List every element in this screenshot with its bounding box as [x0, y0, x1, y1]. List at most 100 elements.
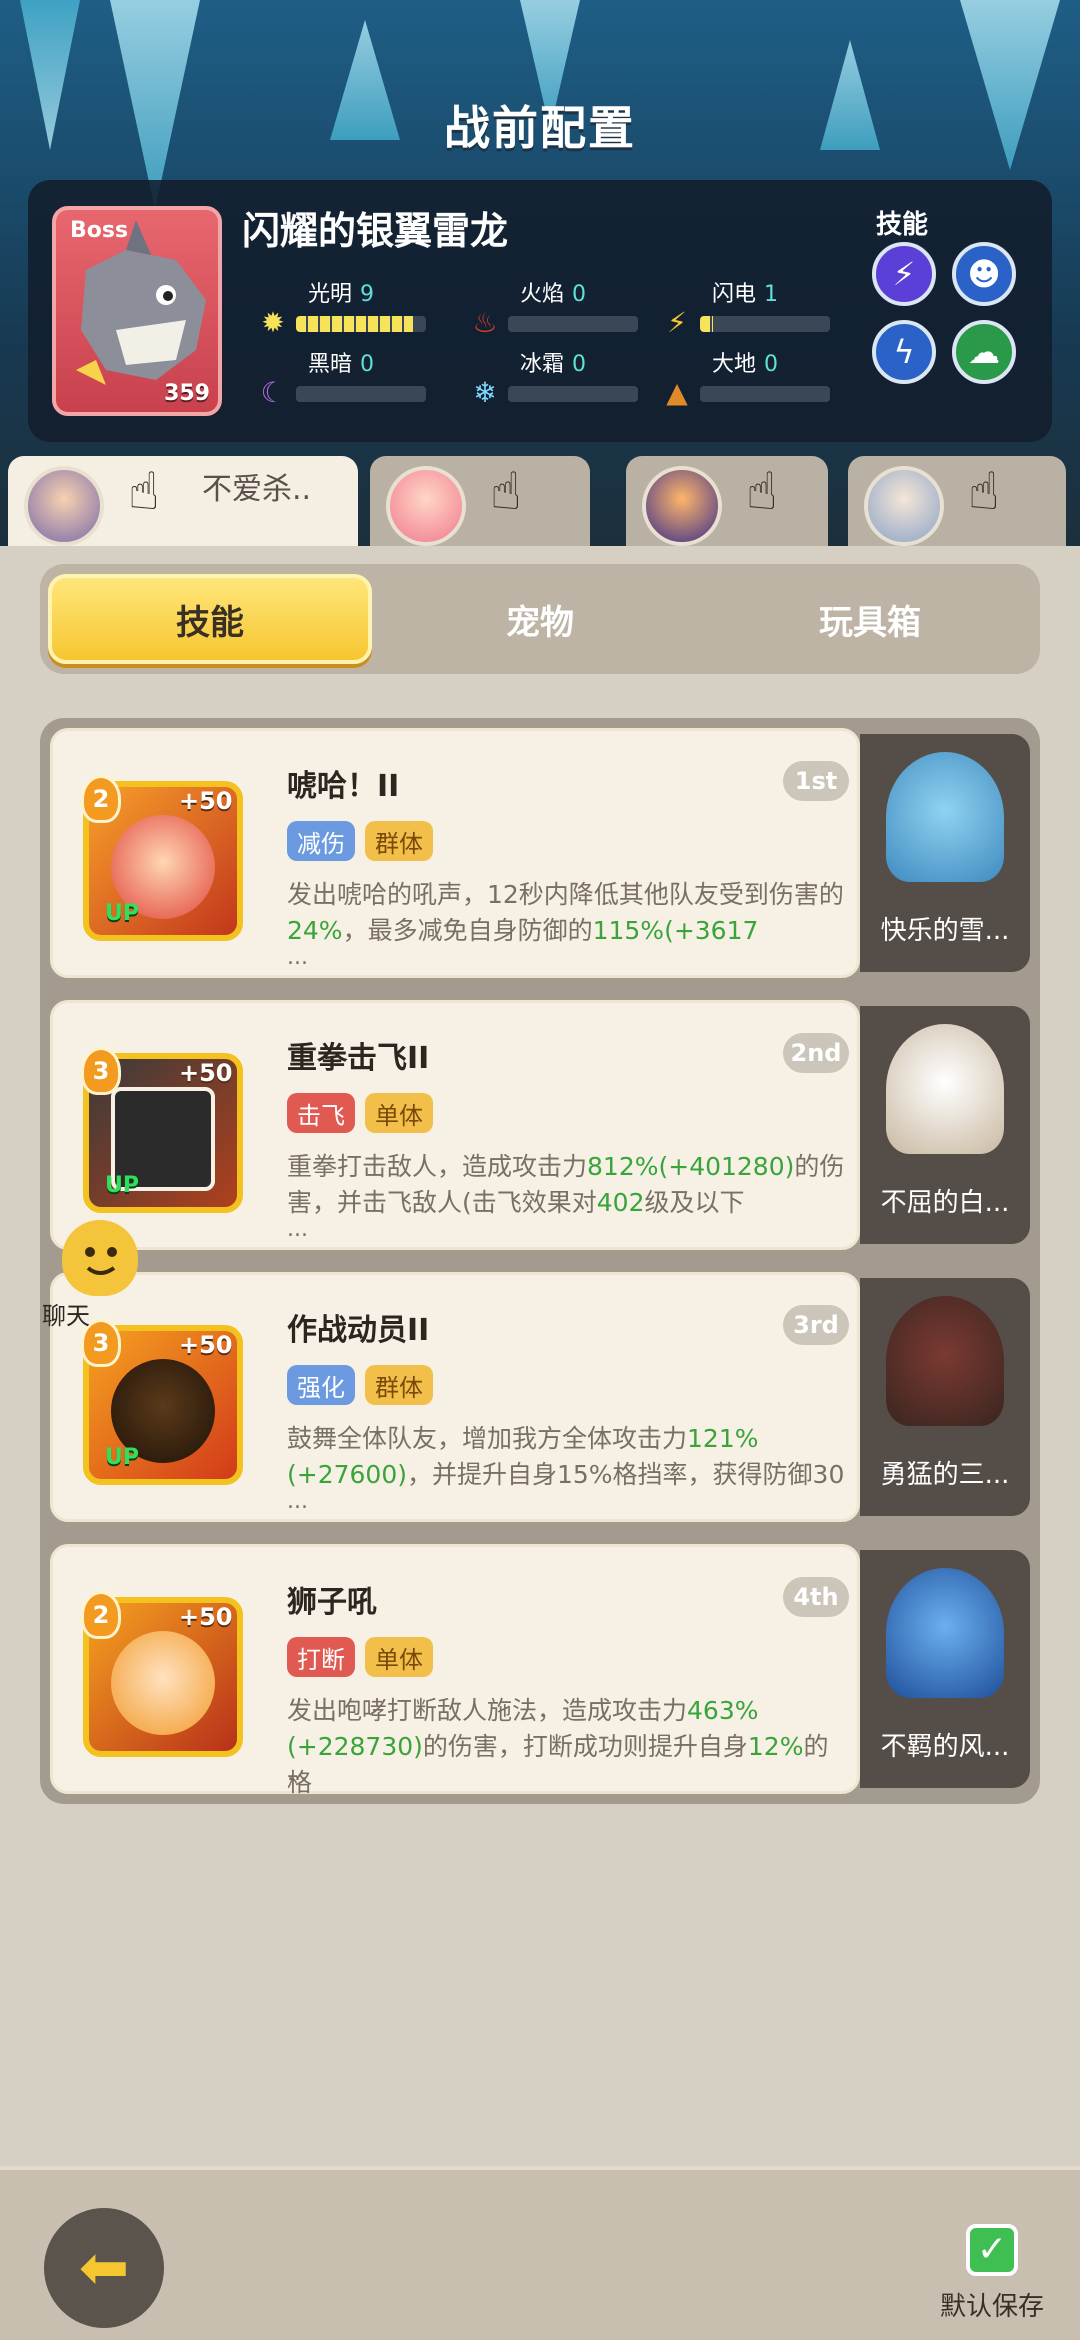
skill-list: 快乐的雪... 2 +50 UP 唬哈！II 1st 减伤 群体 发出唬哈的吼声… [40, 718, 1040, 1804]
chat-label: 聊天 [42, 1302, 90, 1330]
skill-tag: 击飞 [287, 1093, 355, 1133]
element-value: 0 [572, 352, 587, 377]
element-value: 0 [360, 352, 375, 377]
pet-slot[interactable]: 快乐的雪... [860, 734, 1030, 972]
boss-skill-cloud-icon[interactable]: ☁ [952, 320, 1016, 384]
element-label: 黑暗 [308, 352, 353, 377]
skill-card-body: 3 +50 UP 重拳击飞II 2nd 击飞 单体 重拳打击敌人，造成攻击力81… [50, 1000, 860, 1250]
skill-tag: 强化 [287, 1365, 355, 1405]
pet-figure [886, 1568, 1004, 1698]
element-fire: 火焰 0 ♨ [468, 276, 638, 346]
earth-icon: ▲ [666, 376, 688, 409]
skill-bonus: +50 [179, 1331, 233, 1359]
save-label: 默认保存 [939, 2292, 1044, 2322]
skill-tag: 打断 [287, 1637, 355, 1677]
skill-card[interactable]: 勇猛的三... 3 +50 UP 作战动员II 3rd 强化 群体 鼓舞全体队友… [50, 1272, 1030, 1522]
skill-name: 作战动员II [287, 1313, 430, 1348]
boss-skill-face-icon[interactable]: ☻ [952, 242, 1016, 306]
skill-rank: 4th [783, 1577, 849, 1617]
element-lightning: 闪电 1 ⚡ [660, 276, 830, 346]
element-label: 大地 [712, 352, 757, 377]
element-label: 闪电 [712, 282, 757, 307]
team-tab-4[interactable]: ☝ [848, 456, 1066, 546]
skill-card-body: 2 +50 UP 唬哈！II 1st 减伤 群体 发出唬哈的吼声，12秒内降低其… [50, 728, 860, 978]
skill-name: 唬哈！II [287, 769, 400, 804]
boss-skill-bolt-icon[interactable]: ϟ [872, 320, 936, 384]
element-value: 9 [360, 282, 375, 307]
skill-description: 发出唬哈的吼声，12秒内降低其他队友受到伤害的24%，最多减免自身防御的115%… [287, 880, 844, 945]
moon-icon: ☾ [260, 376, 286, 409]
team-tab-3[interactable]: ☝ [626, 456, 828, 546]
skill-bonus: +50 [179, 1059, 233, 1087]
element-value: 1 [764, 282, 779, 307]
skill-level-badge: 2 [81, 775, 121, 823]
pet-name: 不羁的风... [880, 1732, 1010, 1762]
pet-slot[interactable]: 不屈的白... [860, 1006, 1030, 1244]
skill-card[interactable]: 不羁的风... 2 +50 狮子吼 4th 打断 单体 发出咆哮打断敌人施法，造… [50, 1544, 1030, 1797]
skill-up-label: UP [105, 1173, 139, 1198]
pet-name: 勇猛的三... [880, 1460, 1010, 1490]
skill-name: 狮子吼 [287, 1585, 377, 1620]
team-member-name: 不爱杀.. [202, 472, 312, 507]
page-title: 战前配置 [444, 101, 636, 155]
chat-button[interactable]: 聊天 [24, 1220, 144, 1330]
avatar [642, 466, 722, 546]
hand-icon: ☝ [968, 462, 1000, 522]
back-button[interactable]: ⬅ [44, 2208, 164, 2328]
pet-figure [886, 752, 1004, 882]
pet-slot[interactable]: 勇猛的三... [860, 1278, 1030, 1516]
skill-tag: 单体 [365, 1093, 433, 1133]
hand-icon: ☝ [490, 462, 522, 522]
skill-rank: 3rd [783, 1305, 849, 1345]
skill-rank: 1st [783, 761, 849, 801]
avatar [24, 466, 104, 546]
skill-description: 发出咆哮打断敌人施法，造成攻击力463%(+228730)的伤害，打断成功则提升… [287, 1696, 829, 1797]
description-more: ... [287, 1489, 308, 1514]
boss-skill-lightning-icon[interactable]: ⚡ [872, 242, 936, 306]
sun-icon: ✹ [261, 306, 285, 339]
description-more: ... [287, 1761, 308, 1786]
element-label: 冰霜 [520, 352, 565, 377]
skill-tag: 群体 [365, 821, 433, 861]
chat-emoji-icon [62, 1220, 138, 1296]
boss-portrait[interactable]: Boss 359 [52, 206, 222, 416]
arrow-left-icon: ⬅ [78, 2233, 130, 2303]
team-tab-2[interactable]: ☝ [370, 456, 590, 546]
skill-level-badge: 2 [81, 1591, 121, 1639]
avatar [386, 466, 466, 546]
skill-bonus: +50 [179, 787, 233, 815]
skill-card[interactable]: 快乐的雪... 2 +50 UP 唬哈！II 1st 减伤 群体 发出唬哈的吼声… [50, 728, 1030, 978]
fire-icon: ♨ [472, 306, 498, 339]
element-earth: 大地 0 ▲ [660, 346, 830, 416]
bottom-bar: ⬅ ✓ 默认保存 [0, 2166, 1080, 2340]
skill-rank: 2nd [783, 1033, 849, 1073]
lightning-icon: ⚡ [667, 306, 687, 339]
segment-control: 技能 宠物 玩具箱 [40, 564, 1040, 674]
skill-up-label: UP [105, 1445, 139, 1470]
tab-skills[interactable]: 技能 [48, 574, 372, 664]
skill-up-label: UP [105, 901, 139, 926]
tab-toybox[interactable]: 玩具箱 [708, 574, 1032, 664]
skill-name: 重拳击飞II [287, 1041, 430, 1076]
description-more: ... [287, 1217, 308, 1242]
element-ice: 冰霜 0 ❄ [468, 346, 638, 416]
pet-figure [886, 1024, 1004, 1154]
element-value: 0 [764, 352, 779, 377]
skill-tag: 减伤 [287, 821, 355, 861]
tab-pets[interactable]: 宠物 [378, 574, 702, 664]
skill-card[interactable]: 不屈的白... 3 +50 UP 重拳击飞II 2nd 击飞 单体 重拳打击敌人… [50, 1000, 1030, 1250]
skill-level-badge: 3 [81, 1047, 121, 1095]
pet-figure [886, 1296, 1004, 1426]
team-tab-1[interactable]: ☝ 不爱杀.. [8, 456, 358, 546]
hand-icon: ☝ [746, 462, 778, 522]
skill-tag: 单体 [365, 1637, 433, 1677]
hand-icon: ☝ [128, 462, 160, 522]
element-label: 火焰 [520, 282, 565, 307]
default-save-button[interactable]: ✓ 默认保存 [932, 2224, 1052, 2323]
snowflake-icon: ❄ [473, 376, 497, 409]
avatar [864, 466, 944, 546]
pet-slot[interactable]: 不羁的风... [860, 1550, 1030, 1788]
boss-skills-label: 技能 [876, 210, 929, 240]
element-dark: 黑暗 0 ☾ [256, 346, 426, 416]
element-value: 0 [572, 282, 587, 307]
